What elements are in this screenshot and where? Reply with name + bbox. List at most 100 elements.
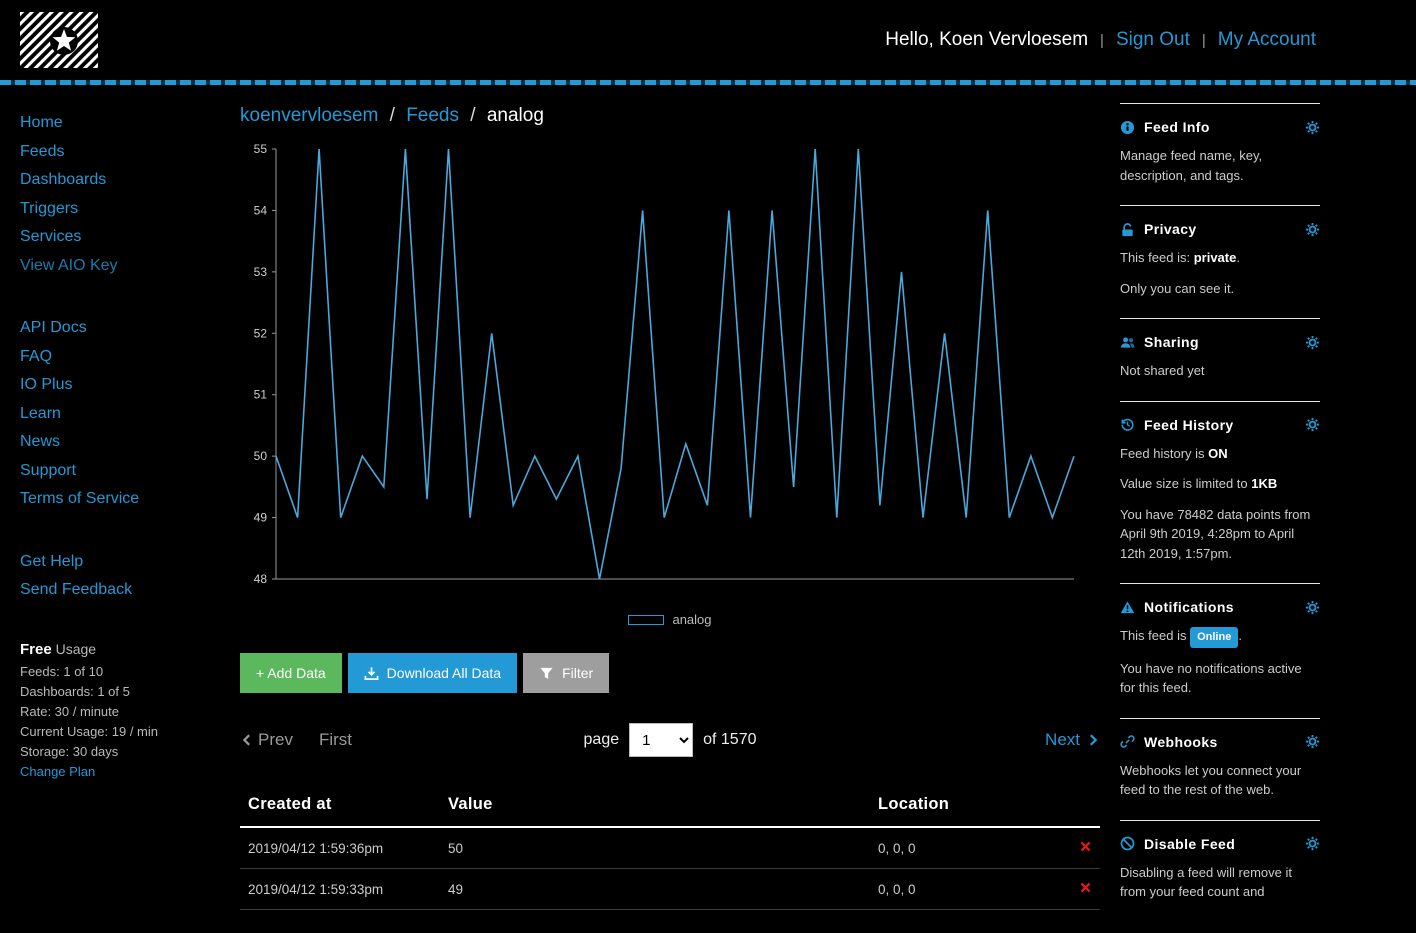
notifications-settings-button[interactable] bbox=[1305, 600, 1320, 615]
svg-text:52: 52 bbox=[254, 326, 268, 340]
unlock-icon bbox=[1120, 222, 1135, 237]
breadcrumb-separator: / bbox=[389, 105, 395, 126]
header-separator: | bbox=[1201, 31, 1206, 49]
sidebar-item-dashboards[interactable]: Dashboards bbox=[20, 166, 240, 195]
sidebar-item-services[interactable]: Services bbox=[20, 223, 240, 252]
pagination-left: Prev First bbox=[240, 730, 584, 750]
usage-rate: Rate: 30 / minute bbox=[20, 703, 119, 719]
download-all-data-button[interactable]: Download All Data bbox=[347, 653, 518, 693]
notifications-status: This feed is Online. bbox=[1120, 626, 1320, 648]
delete-row-button[interactable] bbox=[1079, 840, 1092, 856]
webhooks-settings-button[interactable] bbox=[1305, 734, 1320, 749]
sidebar-secondary-nav: API Docs FAQ IO Plus Learn News Support … bbox=[20, 314, 240, 514]
header-location: Location bbox=[870, 785, 1060, 828]
sidebar-item-io-plus[interactable]: IO Plus bbox=[20, 371, 240, 400]
sidebar-item-home[interactable]: Home bbox=[20, 109, 240, 138]
pagination-right: Next bbox=[757, 730, 1101, 750]
feed-history-settings-button[interactable] bbox=[1305, 417, 1320, 432]
filter-icon bbox=[540, 667, 553, 679]
feed-info-settings-button[interactable] bbox=[1305, 120, 1320, 135]
main-content: koenvervloesem / Feeds / analog 48 49 50 51… bbox=[240, 103, 1100, 922]
sidebar-item-faq[interactable]: FAQ bbox=[20, 343, 240, 372]
feed-history-size: Value size is limited to 1KB bbox=[1120, 476, 1278, 491]
sidebar-primary-nav: Home Feeds Dashboards Triggers Services … bbox=[20, 109, 240, 280]
sidebar-item-learn[interactable]: Learn bbox=[20, 400, 240, 429]
adafruit-logo-icon bbox=[20, 12, 98, 68]
warning-icon bbox=[1120, 600, 1135, 615]
delete-x-icon bbox=[1080, 882, 1091, 893]
change-plan-link[interactable]: Change Plan bbox=[20, 762, 240, 782]
header-actions bbox=[1060, 785, 1100, 828]
sidebar-item-news[interactable]: News bbox=[20, 428, 240, 457]
sign-out-link[interactable]: Sign Out bbox=[1116, 29, 1190, 51]
breadcrumb-separator: / bbox=[470, 105, 476, 126]
gear-icon bbox=[1305, 417, 1320, 432]
sidebar-item-view-aio-key[interactable]: View AIO Key bbox=[20, 252, 240, 281]
pagination-center: page 1 of 1570 bbox=[584, 723, 757, 757]
delete-row-button[interactable] bbox=[1079, 881, 1092, 897]
feed-data-table: Created at Value Location 2019/04/12 1:5… bbox=[240, 785, 1100, 910]
feed-history-section: Feed History Feed history is ON Value si… bbox=[1120, 400, 1320, 584]
breadcrumb-feeds-link[interactable]: Feeds bbox=[406, 105, 459, 126]
privacy-value: private bbox=[1193, 250, 1237, 265]
chart-legend[interactable]: analog bbox=[240, 612, 1100, 627]
breadcrumb-current-feed: analog bbox=[486, 105, 544, 126]
adafruit-logo[interactable] bbox=[20, 12, 98, 68]
first-page-link[interactable]: First bbox=[319, 730, 352, 750]
delete-x-icon bbox=[1080, 841, 1091, 852]
feed-info-body: Manage feed name, key, description, and … bbox=[1120, 148, 1263, 183]
privacy-settings-button[interactable] bbox=[1305, 222, 1320, 237]
webhooks-title: Webhooks bbox=[1144, 733, 1218, 750]
sidebar-item-triggers[interactable]: Triggers bbox=[20, 195, 240, 224]
usage-summary: Free Usage Feeds: 1 of 10 Dashboards: 1 … bbox=[20, 639, 240, 782]
chevron-left-icon bbox=[242, 734, 250, 746]
usage-dashboards: Dashboards: 1 of 5 bbox=[20, 683, 130, 699]
next-page-link[interactable]: Next bbox=[1045, 730, 1100, 750]
privacy-title: Privacy bbox=[1144, 221, 1197, 237]
feed-actions: + Add Data Download All Data Filter bbox=[240, 653, 1100, 693]
sidebar-item-terms-of-service[interactable]: Terms of Service bbox=[20, 485, 240, 514]
legend-swatch bbox=[628, 614, 665, 625]
disable-feed-title: Disable Feed bbox=[1144, 835, 1236, 852]
table-row: 2019/04/12 1:59:36pm 50 0, 0, 0 bbox=[240, 827, 1100, 869]
feed-chart-svg: 48 49 50 51 52 53 54 55 bbox=[254, 142, 1075, 586]
filter-button[interactable]: Filter bbox=[523, 653, 610, 693]
svg-text:54: 54 bbox=[254, 203, 268, 217]
feed-history-title: Feed History bbox=[1144, 416, 1234, 433]
notifications-title: Notifications bbox=[1144, 599, 1234, 615]
feed-chart: 48 49 50 51 52 53 54 55 bbox=[240, 135, 1100, 598]
feed-history-limit: 1KB bbox=[1251, 476, 1278, 491]
sidebar-item-get-help[interactable]: Get Help bbox=[20, 548, 240, 577]
download-icon bbox=[364, 666, 379, 680]
sidebar-item-support[interactable]: Support bbox=[20, 457, 240, 486]
history-icon bbox=[1120, 417, 1135, 432]
online-status-badge: Online bbox=[1190, 627, 1239, 648]
link-icon bbox=[1120, 734, 1135, 749]
sidebar-item-send-feedback[interactable]: Send Feedback bbox=[20, 576, 240, 605]
header-created-at: Created at bbox=[240, 785, 440, 828]
sidebar: Home Feeds Dashboards Triggers Services … bbox=[0, 103, 240, 922]
disable-feed-settings-button[interactable] bbox=[1305, 836, 1320, 851]
sharing-title: Sharing bbox=[1144, 334, 1199, 350]
breadcrumb-user-link[interactable]: koenvervloesem bbox=[240, 105, 378, 126]
svg-text:49: 49 bbox=[254, 511, 268, 525]
notifications-section: Notifications This feed is Online. You h… bbox=[1120, 583, 1320, 718]
notifications-note: You have no notifications active for thi… bbox=[1120, 660, 1302, 696]
value-cell: 49 bbox=[440, 868, 870, 910]
disable-feed-section: Disable Feed Disabling a feed will remov… bbox=[1120, 819, 1320, 922]
sidebar-item-api-docs[interactable]: API Docs bbox=[20, 314, 240, 343]
sidebar-tertiary-nav: Get Help Send Feedback bbox=[20, 548, 240, 605]
created-at-cell: 2019/04/12 1:59:33pm bbox=[240, 868, 440, 910]
prev-page-link[interactable]: Prev bbox=[240, 730, 293, 750]
sidebar-item-feeds[interactable]: Feeds bbox=[20, 138, 240, 167]
my-account-link[interactable]: My Account bbox=[1218, 29, 1316, 51]
feed-settings-panel: Feed Info Manage feed name, key, descrip… bbox=[1120, 103, 1320, 922]
page-select[interactable]: 1 bbox=[629, 723, 694, 757]
feed-history-status: Feed history is ON bbox=[1120, 445, 1228, 461]
webhooks-section: Webhooks Webhooks let you connect your f… bbox=[1120, 717, 1320, 820]
usage-feeds: Feeds: 1 of 10 bbox=[20, 663, 104, 679]
chevron-right-icon bbox=[1090, 734, 1098, 746]
add-data-button[interactable]: + Add Data bbox=[240, 653, 342, 693]
pagination: Prev First page 1 of 1570 Next bbox=[240, 723, 1100, 757]
sharing-settings-button[interactable] bbox=[1305, 335, 1320, 350]
